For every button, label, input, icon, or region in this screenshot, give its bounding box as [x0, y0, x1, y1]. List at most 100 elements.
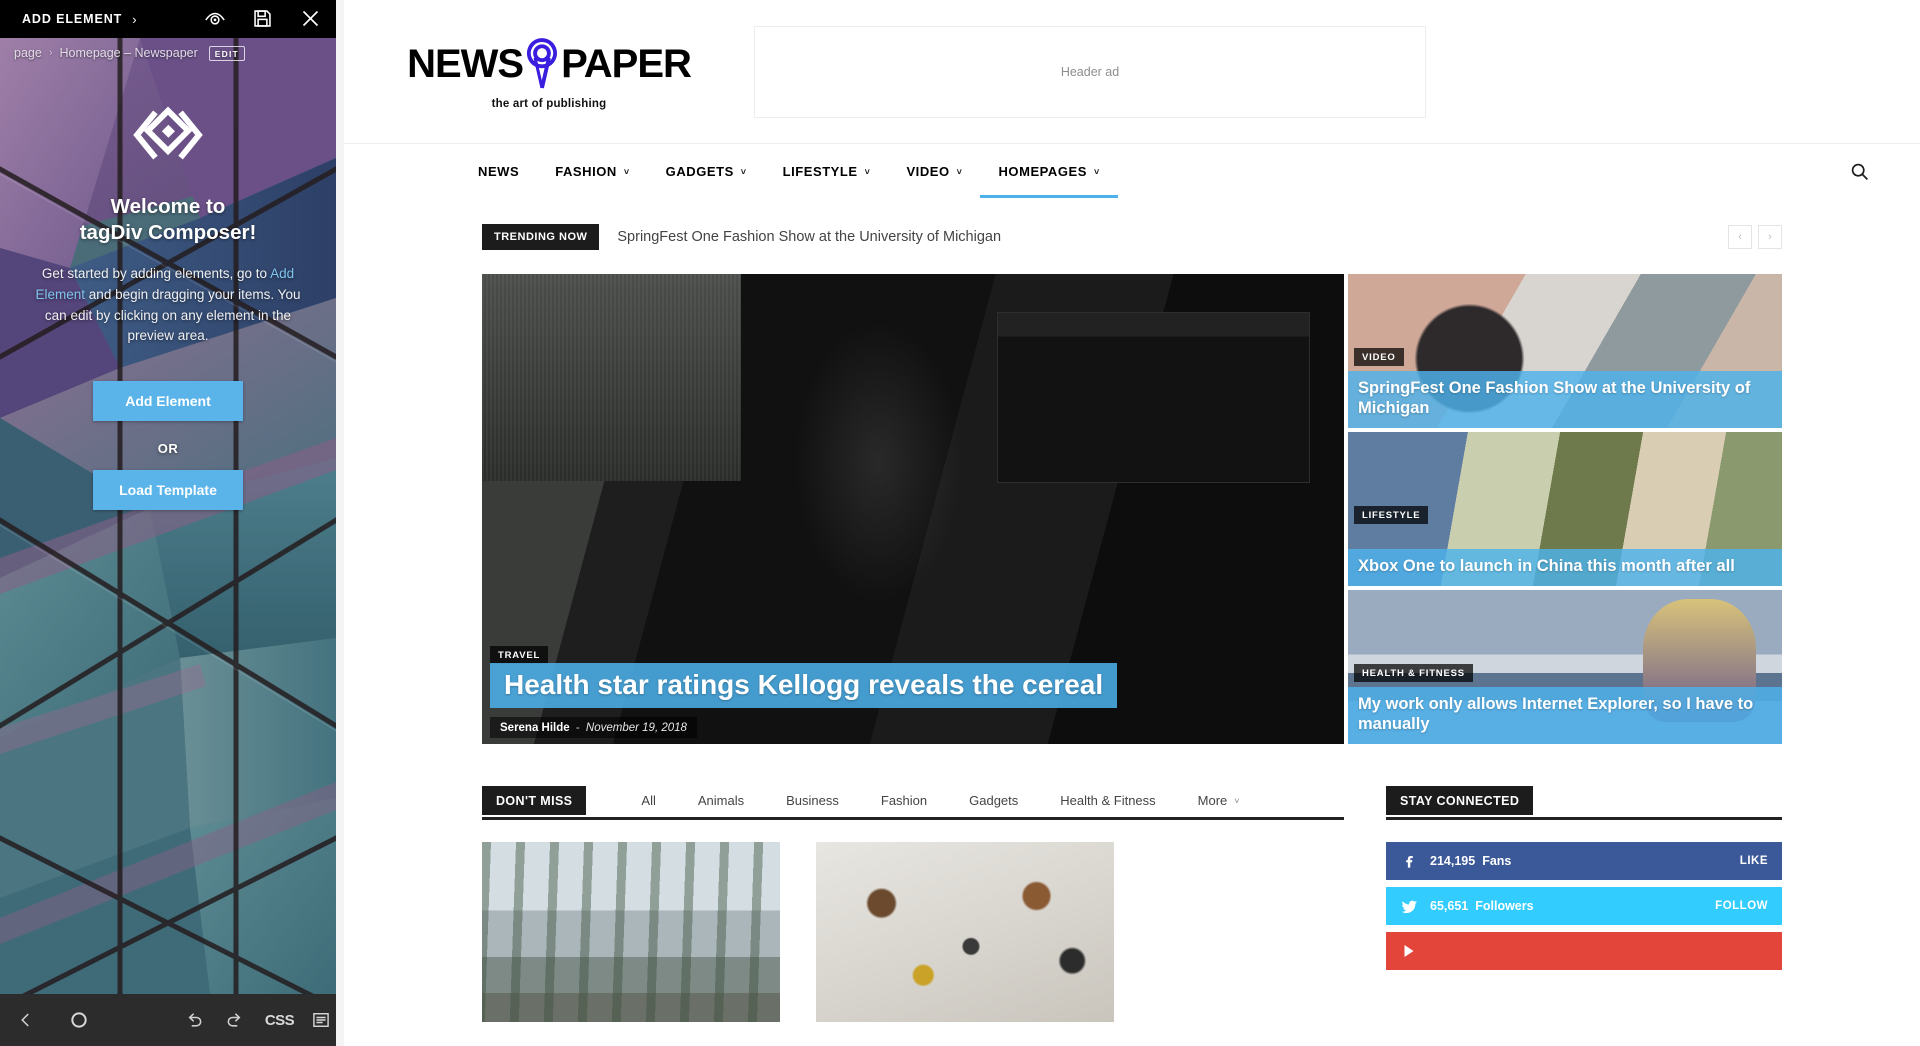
featured-side-article-2[interactable]: LIFESTYLE Xbox One to launch in China th… [1348, 432, 1782, 586]
composer-toolbar-icons [204, 8, 322, 30]
filter-tab-business[interactable]: Business [765, 793, 860, 808]
facebook-unit: Fans [1482, 854, 1512, 868]
social-row-facebook[interactable]: 214,195 Fans LIKE [1386, 842, 1782, 880]
trending-prev-button[interactable]: ‹ [1728, 225, 1752, 249]
chevron-down-icon: ˅ [1234, 795, 1240, 806]
featured-side-article-3[interactable]: HEALTH & FITNESS My work only allows Int… [1348, 590, 1782, 744]
composer-panel: ADD ELEMENT › page › Homepage – Newspape… [0, 0, 336, 1046]
dont-miss-header: DON'T MISS All Animals Business Fashion … [482, 784, 1344, 820]
breadcrumb-edit-button[interactable]: EDIT [208, 45, 245, 61]
article-author[interactable]: Serena Hilde [500, 722, 570, 734]
site-logo[interactable]: NEWS PAPER the art of publishing [344, 33, 754, 110]
preview-area: NEWS PAPER the art of publishing Header … [336, 0, 1920, 1046]
panel-toggle-icon[interactable] [305, 1010, 336, 1030]
side-article-title: SpringFest One Fashion Show at the Unive… [1358, 379, 1751, 417]
post-card-2[interactable] [816, 842, 1114, 1022]
filter-tab-fashion[interactable]: Fashion [860, 793, 948, 808]
stay-connected-widget: STAY CONNECTED 214,195 Fans LIKE 65,651 … [1386, 784, 1782, 1022]
breadcrumb-root[interactable]: page [14, 46, 42, 60]
trending-badge: TRENDING NOW [482, 224, 600, 250]
featured-main-title-bar: Health star ratings Kellogg reveals the … [490, 662, 1118, 708]
meta-separator: - [575, 722, 580, 734]
nav-label: FASHION [555, 163, 617, 179]
featured-main-title: Health star ratings Kellogg reveals the … [504, 668, 1104, 700]
close-icon[interactable] [300, 8, 322, 30]
side-title-bar: My work only allows Internet Explorer, s… [1348, 687, 1782, 744]
dont-miss-filter-tabs: All Animals Business Fashion Gadgets Hea… [620, 793, 1260, 808]
filter-tab-more[interactable]: More ˅ [1177, 793, 1261, 808]
nav-label: VIDEO [906, 163, 950, 179]
css-button[interactable]: CSS [264, 1012, 295, 1029]
logo-nine-icon [527, 38, 558, 89]
nav-label: GADGETS [665, 163, 734, 179]
header-ad-label: Header ad [1060, 64, 1120, 79]
header-ad-placeholder[interactable]: Header ad [754, 25, 1426, 118]
twitter-follow-button[interactable]: FOLLOW [1715, 900, 1768, 912]
composer-bottom-toolbar: CSS [0, 994, 336, 1046]
lower-section: DON'T MISS All Animals Business Fashion … [482, 784, 1782, 1022]
filter-tab-animals[interactable]: Animals [677, 793, 765, 808]
search-icon[interactable] [1849, 144, 1920, 198]
chevron-down-icon: ˅ [623, 167, 630, 177]
logo-tagline: the art of publishing [491, 98, 607, 110]
nav-item-news[interactable]: NEWS [460, 144, 537, 198]
facebook-like-button[interactable]: LIKE [1740, 855, 1768, 867]
site-header: NEWS PAPER the art of publishing Header … [344, 0, 1920, 143]
welcome-text-before: Get started by adding elements, go to [41, 266, 271, 282]
undo-icon[interactable] [178, 1010, 209, 1030]
save-icon[interactable] [252, 8, 274, 30]
nav-item-gadgets[interactable]: GADGETS ˅ [648, 144, 765, 198]
welcome-title-line2: tagDiv Composer! [79, 221, 257, 245]
tagdiv-logo-icon [133, 106, 203, 160]
featured-side-article-1[interactable]: VIDEO SpringFest One Fashion Show at the… [1348, 274, 1782, 428]
nav-item-video[interactable]: VIDEO ˅ [888, 144, 980, 198]
social-row-youtube[interactable] [1386, 932, 1782, 970]
nav-label: NEWS [478, 163, 520, 179]
social-counter-list: 214,195 Fans LIKE 65,651 Followers FOLLO… [1386, 842, 1782, 970]
twitter-unit: Followers [1475, 899, 1534, 913]
twitter-icon [1400, 897, 1422, 916]
composer-toolbar: ADD ELEMENT › [0, 0, 336, 38]
stay-connected-header: STAY CONNECTED [1386, 784, 1782, 820]
add-element-toolbar-button[interactable]: ADD ELEMENT › [22, 12, 137, 27]
featured-grid: TRAVEL Health star ratings Kellogg revea… [482, 274, 1782, 744]
chevron-down-icon: ˅ [864, 167, 871, 177]
filter-tab-all[interactable]: All [620, 793, 676, 808]
chevron-down-icon: ˅ [1093, 167, 1100, 177]
welcome-description: Get started by adding elements, go to Ad… [28, 264, 308, 346]
category-badge[interactable]: TRAVEL [490, 646, 549, 664]
facebook-icon [1400, 852, 1422, 870]
eye-preview-icon[interactable] [204, 8, 226, 30]
chevron-down-icon: ˅ [740, 167, 747, 177]
logo-word-paper: PAPER [561, 42, 692, 86]
dont-miss-block: DON'T MISS All Animals Business Fashion … [482, 784, 1344, 1022]
trending-headline[interactable]: SpringFest One Fashion Show at the Unive… [617, 229, 1001, 245]
load-template-button[interactable]: Load Template [93, 469, 243, 510]
category-badge[interactable]: LIFESTYLE [1354, 506, 1429, 524]
welcome-title-line1: Welcome to [110, 195, 226, 218]
article-date: November 19, 2018 [585, 722, 687, 734]
side-title-bar: Xbox One to launch in China this month a… [1348, 548, 1782, 586]
redo-icon[interactable] [219, 1010, 250, 1030]
website-canvas: NEWS PAPER the art of publishing Header … [344, 0, 1920, 1046]
category-badge[interactable]: VIDEO [1354, 348, 1404, 366]
trending-next-button[interactable]: › [1758, 225, 1782, 249]
nav-item-lifestyle[interactable]: LIFESTYLE ˅ [765, 144, 889, 198]
filter-tab-gadgets[interactable]: Gadgets [948, 793, 1039, 808]
nav-item-homepages[interactable]: HOMEPAGES ˅ [980, 144, 1119, 198]
back-icon[interactable] [10, 1011, 41, 1029]
social-row-twitter[interactable]: 65,651 Followers FOLLOW [1386, 887, 1782, 925]
welcome-panel: Welcome to tagDiv Composer! Get started … [0, 68, 336, 510]
filter-tab-health-fitness[interactable]: Health & Fitness [1039, 793, 1176, 808]
add-element-button[interactable]: Add Element [93, 380, 243, 421]
dont-miss-badge: DON'T MISS [482, 786, 587, 815]
category-badge[interactable]: HEALTH & FITNESS [1354, 664, 1473, 682]
featured-main-article[interactable]: TRAVEL Health star ratings Kellogg revea… [482, 274, 1344, 744]
post-card-1[interactable] [482, 842, 780, 1022]
nav-item-fashion[interactable]: FASHION ˅ [537, 144, 647, 198]
featured-main-meta: Serena Hilde - November 19, 2018 [490, 717, 697, 738]
breadcrumb: page › Homepage – Newspaper EDIT [0, 38, 336, 68]
content-container: TRENDING NOW SpringFest One Fashion Show… [482, 220, 1782, 1022]
youtube-icon [1400, 942, 1422, 960]
record-icon[interactable] [63, 1010, 94, 1030]
